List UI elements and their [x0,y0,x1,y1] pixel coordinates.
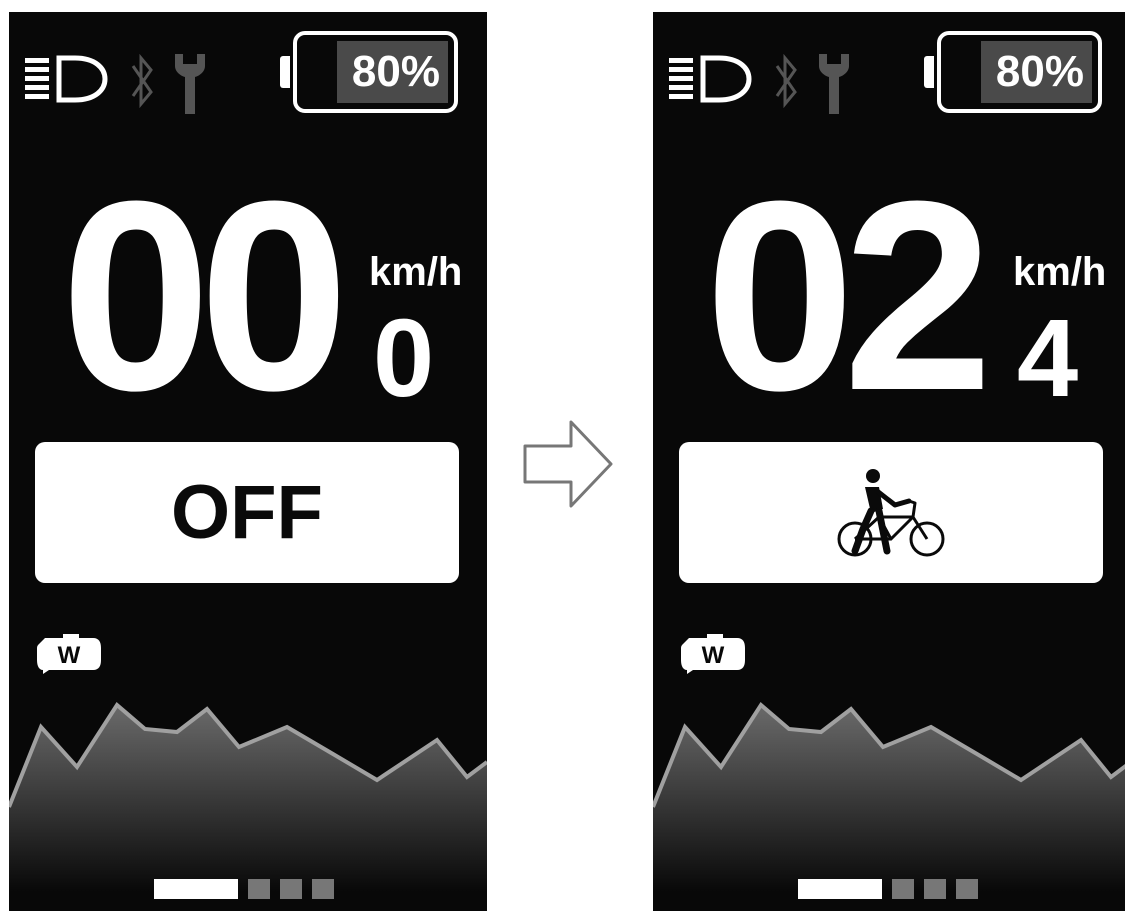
page-indicator [798,879,998,899]
bluetooth-icon[interactable] [771,52,801,110]
assist-mode-box[interactable] [679,442,1103,583]
headlight-icon[interactable] [23,52,109,108]
speed-unit: km/h [1013,250,1107,294]
elevation-profile [9,701,487,892]
status-bar: 80% [653,12,1125,122]
wrench-icon[interactable] [813,50,853,116]
battery-percentage: 80% [995,47,1084,96]
display-screen-after: 80% 02 km/h 4 W [653,12,1125,911]
assist-mode-box[interactable]: OFF [35,442,459,583]
power-badge-letter: W [702,642,725,669]
display-screen-before: 80% 00 km/h 0 OFF W [9,12,487,911]
battery-terminal [280,56,290,88]
page-dot-active[interactable] [154,879,238,899]
battery-indicator: 80% [924,31,1110,121]
battery-percentage: 80% [351,47,440,96]
page-dot[interactable] [312,879,334,899]
bluetooth-icon[interactable] [127,52,157,110]
motor-power-icon: W [37,634,101,674]
speed-decimal: 4 [1017,297,1079,420]
assist-mode-label: OFF [171,470,323,555]
page-dot[interactable] [248,879,270,899]
status-bar: 80% [9,12,487,122]
right-arrow-icon [523,420,613,508]
page-dot[interactable] [924,879,946,899]
page-indicator [154,879,354,899]
elevation-profile [653,701,1125,892]
speed-integer: 00 [60,146,349,447]
speed-unit: km/h [369,250,463,294]
page-dot[interactable] [892,879,914,899]
walk-assist-icon [837,469,945,557]
power-badge-letter: W [58,642,81,669]
battery-indicator: 80% [280,31,466,121]
battery-body: 80% [937,31,1102,113]
page-dot[interactable] [280,879,302,899]
speed-integer: 02 [704,146,993,447]
headlight-icon[interactable] [667,52,753,108]
wrench-icon[interactable] [169,50,209,116]
battery-terminal [924,56,934,88]
page-dot-active[interactable] [798,879,882,899]
motor-power-icon: W [681,634,745,674]
speed-decimal: 0 [373,297,435,420]
battery-body: 80% [293,31,458,113]
page-dot[interactable] [956,879,978,899]
